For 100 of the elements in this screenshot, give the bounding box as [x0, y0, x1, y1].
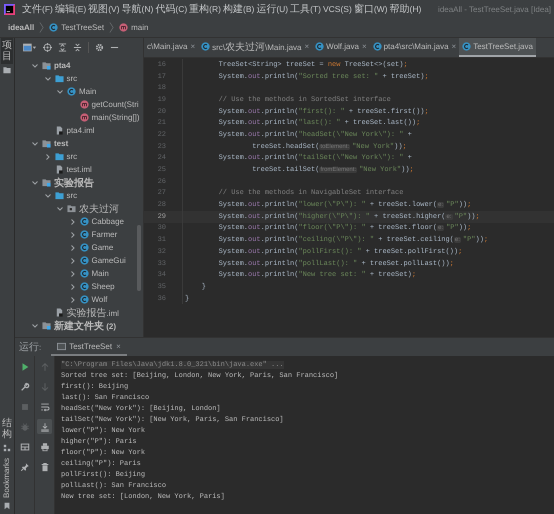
collapsed-chevron-icon[interactable] — [68, 244, 76, 252]
console-icon — [57, 342, 66, 350]
tree-item[interactable]: Main — [92, 269, 109, 278]
editor-tab[interactable]: TestTreeSet.java — [459, 38, 536, 57]
printer-icon — [40, 442, 50, 452]
editor-tab[interactable]: pta4\src\Main.java × — [370, 38, 460, 57]
expanded-chevron-icon[interactable] — [31, 140, 39, 148]
collapsed-chevron-icon[interactable] — [68, 256, 76, 264]
expanded-chevron-icon[interactable] — [56, 88, 64, 96]
locate-icon[interactable] — [43, 43, 52, 52]
module-folder-icon — [42, 61, 51, 70]
folder-icon — [3, 66, 11, 74]
tree-item[interactable]: GameGui — [92, 256, 126, 265]
down-arrow-icon — [40, 382, 50, 392]
breadcrumb-item[interactable]: TestTreeSet — [61, 23, 104, 32]
tree-item[interactable]: Farmer — [92, 230, 118, 239]
close-tab-button[interactable]: × — [362, 42, 367, 51]
bug-icon — [20, 422, 30, 432]
class-icon — [80, 243, 88, 252]
collapsed-chevron-icon[interactable] — [68, 270, 76, 278]
layout-icon — [20, 442, 30, 452]
method-icon — [80, 100, 88, 109]
close-tab-button[interactable]: × — [304, 42, 310, 51]
menu-item[interactable]: 构建(B) — [222, 2, 256, 16]
menu-item[interactable]: 帮助(H) — [388, 2, 422, 16]
wrench-icon — [20, 382, 30, 392]
tree-item[interactable]: Main — [79, 87, 96, 96]
expanded-chevron-icon[interactable] — [56, 204, 64, 212]
class-icon — [372, 42, 382, 51]
tree-item[interactable]: 实验报告 — [54, 176, 94, 190]
run-panel-label: 运行: — [19, 340, 42, 354]
menu-item[interactable]: 运行(U) — [255, 2, 290, 16]
tree-item[interactable]: Sheep — [92, 282, 115, 291]
project-view-icon[interactable] — [23, 43, 37, 52]
close-tab-button[interactable]: × — [452, 42, 456, 51]
tree-item[interactable]: Wolf — [92, 295, 108, 304]
tree-item[interactable]: src — [66, 74, 78, 83]
method-icon — [119, 23, 128, 32]
menu-item[interactable]: 编辑(E) — [54, 2, 88, 16]
menu-item[interactable]: 工具(T) — [289, 2, 322, 16]
tree-item[interactable]: src — [66, 191, 78, 200]
expanded-chevron-icon[interactable] — [44, 192, 52, 200]
collapsed-chevron-icon[interactable] — [68, 230, 76, 238]
tree-item[interactable]: test — [54, 139, 68, 148]
method-icon — [80, 113, 88, 122]
expand-all-icon[interactable] — [58, 43, 67, 52]
editor-tab[interactable]: src\农夫过河\Main.java × — [198, 38, 312, 57]
menu-item[interactable]: 重构(R) — [188, 2, 222, 16]
class-icon — [462, 42, 472, 51]
breadcrumb-item[interactable]: main — [131, 23, 148, 32]
editor-tab[interactable]: c\Main.java × — [144, 38, 198, 57]
bookmark-icon — [3, 502, 11, 510]
tree-item[interactable]: 新建文件夹 (2) — [54, 318, 116, 332]
folder-icon — [54, 74, 64, 83]
tree-item[interactable]: pta4.iml — [66, 126, 95, 135]
tree-item[interactable]: Game — [92, 243, 114, 252]
tree-item[interactable]: main(String[]) — [92, 113, 140, 122]
file-icon — [54, 165, 64, 174]
collapsed-chevron-icon[interactable] — [68, 218, 76, 226]
module-folder-icon — [42, 139, 51, 148]
tree-item[interactable]: 农夫过河 — [79, 202, 119, 216]
expanded-chevron-icon[interactable] — [31, 178, 39, 186]
menu-item[interactable]: 代码(C) — [154, 2, 188, 16]
scroll-end-button[interactable] — [37, 419, 52, 434]
collapsed-chevron-icon[interactable] — [68, 296, 76, 304]
menu-item[interactable]: 窗口(W) — [352, 2, 388, 16]
tree-item[interactable]: 实验报告.iml — [66, 306, 119, 320]
expanded-chevron-icon[interactable] — [44, 74, 52, 82]
class-icon — [49, 23, 58, 32]
structure-tool-tab[interactable]: 结构 — [1, 416, 13, 442]
class-icon — [315, 42, 324, 51]
window-title: ideaAll - TestTreeSet.java [Idea] — [438, 4, 552, 14]
class-icon — [80, 295, 88, 304]
breadcrumb-item[interactable]: ideaAll — [8, 23, 34, 32]
tree-item[interactable]: test.iml — [66, 165, 92, 174]
collapse-all-icon[interactable] — [73, 43, 82, 52]
close-tab-button[interactable]: × — [116, 342, 121, 350]
bookmarks-tool-tab[interactable]: Bookmarks — [2, 456, 12, 500]
editor-tab[interactable]: Wolf.java × — [312, 38, 370, 57]
tree-item[interactable]: Cabbage — [92, 217, 124, 226]
expanded-chevron-icon[interactable] — [31, 322, 39, 330]
menu-item[interactable]: 文件(F) — [21, 2, 54, 16]
module-folder-icon — [42, 321, 51, 330]
project-tool-tab[interactable]: 项目 — [1, 38, 13, 64]
menu-item[interactable]: 导航(N) — [120, 2, 154, 16]
close-tab-button[interactable]: × — [190, 42, 196, 51]
chevron-right-icon — [39, 21, 44, 34]
chevron-right-icon — [109, 21, 114, 34]
tree-item[interactable]: pta4 — [54, 61, 70, 70]
tree-item[interactable]: getCount(Stri — [92, 100, 139, 109]
expanded-chevron-icon[interactable] — [31, 62, 39, 70]
soft-wrap-icon — [40, 402, 50, 412]
menu-item[interactable]: 视图(V) — [87, 2, 121, 16]
tree-item[interactable]: src — [66, 152, 78, 161]
collapsed-chevron-icon[interactable] — [68, 282, 76, 290]
settings-icon[interactable] — [95, 43, 104, 52]
module-folder-icon — [42, 178, 51, 187]
collapsed-chevron-icon[interactable] — [44, 152, 52, 160]
up-arrow-icon — [40, 362, 50, 372]
menu-item[interactable]: VCS(S) — [322, 4, 353, 14]
